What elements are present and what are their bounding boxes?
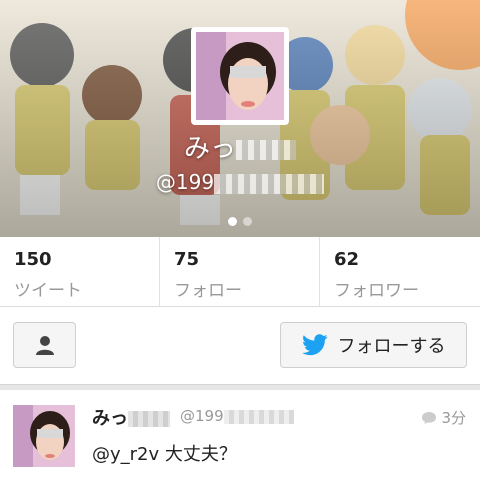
profile-handle: @199 bbox=[0, 170, 480, 194]
stat-followers-count: 62 bbox=[334, 249, 360, 270]
stat-tweets-count: 150 bbox=[14, 249, 52, 270]
profile-header: みっ @199 bbox=[0, 0, 480, 237]
tweet-author-handle-text: @199 bbox=[180, 407, 224, 425]
user-options-button[interactable] bbox=[13, 322, 76, 368]
tweet-item[interactable]: みっ @199 3分 @y_r2v 大丈夫？ bbox=[0, 390, 480, 493]
stat-tweets[interactable]: 150 ツイート bbox=[0, 237, 160, 306]
tweet-body: @y_r2v 大丈夫？ bbox=[92, 440, 237, 466]
redacted-handle-mask-small bbox=[223, 409, 294, 424]
pager-dot[interactable] bbox=[243, 217, 252, 226]
tweet-author-name-text: みっ bbox=[92, 408, 128, 429]
profile-actions: フォローする bbox=[0, 307, 480, 385]
banner-pager bbox=[0, 211, 480, 230]
tweet-author-name: みっ bbox=[92, 404, 170, 430]
stat-followers[interactable]: 62 フォロワー bbox=[320, 237, 480, 306]
stat-following[interactable]: 75 フォロー bbox=[160, 237, 320, 306]
avatar-image bbox=[196, 32, 284, 120]
profile-display-name: みっ bbox=[0, 128, 480, 165]
profile-stats: 150 ツイート 75 フォロー 62 フォロワー bbox=[0, 237, 480, 307]
redacted-handle-mask bbox=[214, 173, 325, 194]
redacted-author-mask bbox=[128, 411, 170, 427]
tweet-text: 大丈夫？ bbox=[164, 444, 237, 465]
tweet-author-handle: @199 bbox=[180, 407, 294, 425]
tweet-avatar-image bbox=[13, 405, 75, 467]
speech-bubble-icon bbox=[422, 411, 437, 424]
stat-followers-label: フォロワー bbox=[334, 281, 419, 301]
tweet-mention[interactable]: @y_r2v bbox=[92, 444, 159, 465]
follow-button[interactable]: フォローする bbox=[280, 322, 467, 368]
stat-tweets-label: ツイート bbox=[14, 281, 82, 301]
pager-dot-active[interactable] bbox=[228, 217, 237, 226]
stat-following-label: フォロー bbox=[174, 281, 242, 301]
display-name-text: みっ bbox=[183, 134, 236, 164]
stat-following-count: 75 bbox=[174, 249, 200, 270]
follow-button-label: フォローする bbox=[337, 336, 446, 357]
handle-text: @199 bbox=[155, 170, 215, 194]
twitter-bird-icon bbox=[301, 334, 328, 356]
tweet-author-avatar[interactable] bbox=[13, 405, 75, 467]
tweet-time-text: 3分 bbox=[441, 409, 466, 427]
tweet-timestamp: 3分 bbox=[421, 407, 466, 428]
redacted-name-mask bbox=[236, 139, 296, 160]
user-icon bbox=[35, 336, 54, 355]
profile-avatar[interactable] bbox=[191, 27, 289, 125]
